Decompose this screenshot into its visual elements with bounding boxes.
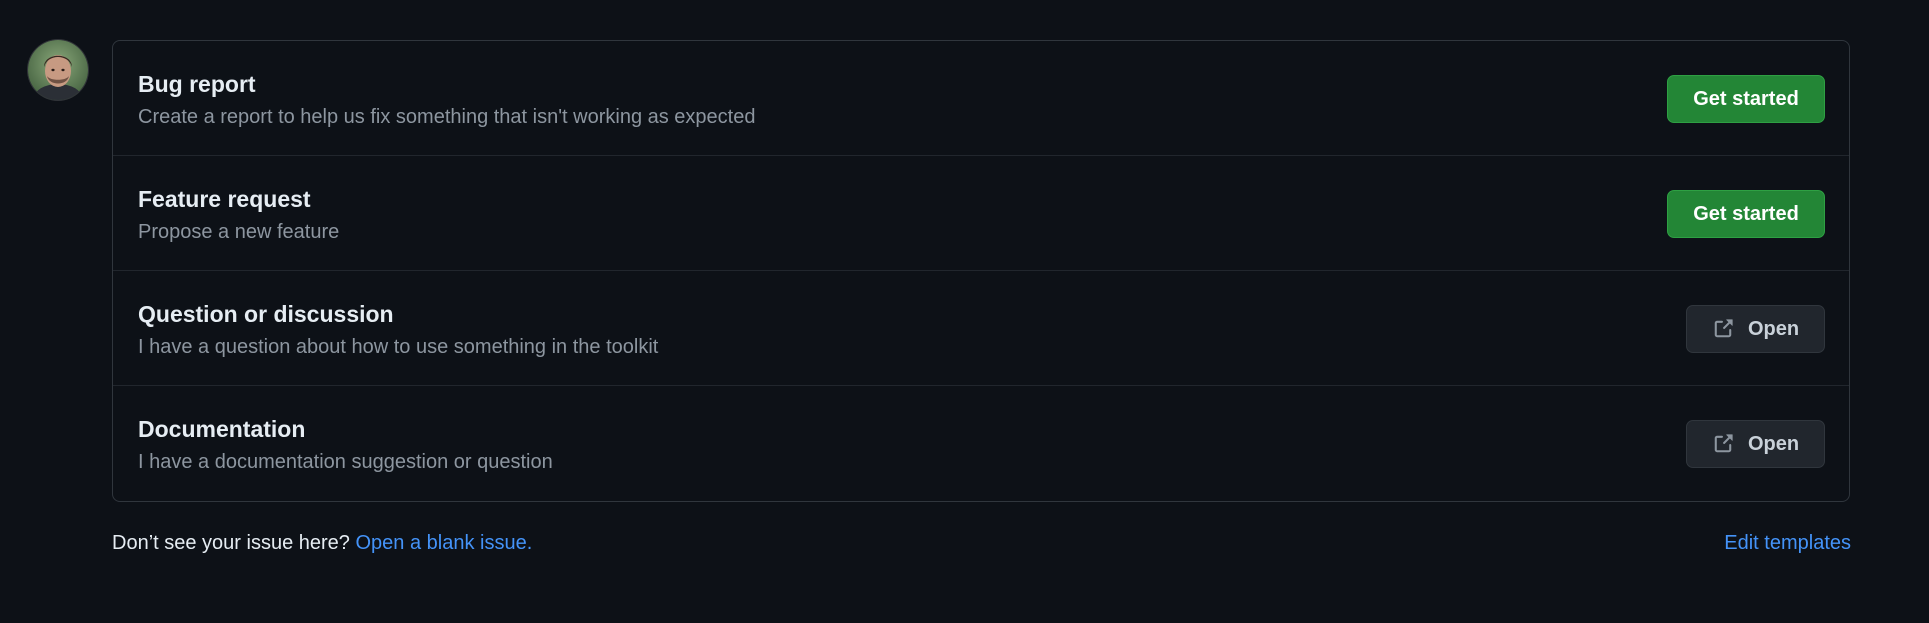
- template-row-question: Question or discussion I have a question…: [113, 271, 1849, 386]
- template-row-documentation: Documentation I have a documentation sug…: [113, 386, 1849, 501]
- template-title: Documentation: [138, 416, 306, 442]
- edit-templates-link[interactable]: Edit templates: [1724, 532, 1851, 555]
- get-started-button[interactable]: Get started: [1667, 190, 1825, 238]
- template-description: I have a documentation suggestion or que…: [138, 451, 553, 473]
- open-button-label: Open: [1747, 317, 1800, 340]
- template-title: Question or discussion: [138, 301, 394, 327]
- open-button-label: Open: [1747, 432, 1800, 455]
- template-row-feature-request: Feature request Propose a new feature Ge…: [113, 156, 1849, 271]
- avatar-image: [28, 40, 88, 100]
- link-external-icon: [1712, 433, 1734, 455]
- open-blank-issue-link[interactable]: Open a blank issue.: [355, 532, 532, 554]
- template-title: Feature request: [138, 186, 311, 212]
- avatar[interactable]: [28, 40, 88, 100]
- template-row-bug-report: Bug report Create a report to help us fi…: [113, 41, 1849, 156]
- open-button[interactable]: Open: [1686, 420, 1825, 468]
- template-description: I have a question about how to use somet…: [138, 336, 659, 358]
- template-title: Bug report: [138, 71, 256, 97]
- footer-prompt: Don’t see your issue here? Open a blank …: [112, 532, 532, 555]
- get-started-button[interactable]: Get started: [1667, 75, 1825, 123]
- open-button[interactable]: Open: [1686, 305, 1825, 353]
- templates-list: Bug report Create a report to help us fi…: [112, 40, 1850, 502]
- link-external-icon: [1712, 318, 1734, 340]
- footer-prompt-text: Don’t see your issue here?: [112, 532, 356, 554]
- template-description: Create a report to help us fix something…: [138, 106, 756, 128]
- issue-template-chooser: Bug report Create a report to help us fi…: [0, 0, 1929, 623]
- template-description: Propose a new feature: [138, 221, 340, 243]
